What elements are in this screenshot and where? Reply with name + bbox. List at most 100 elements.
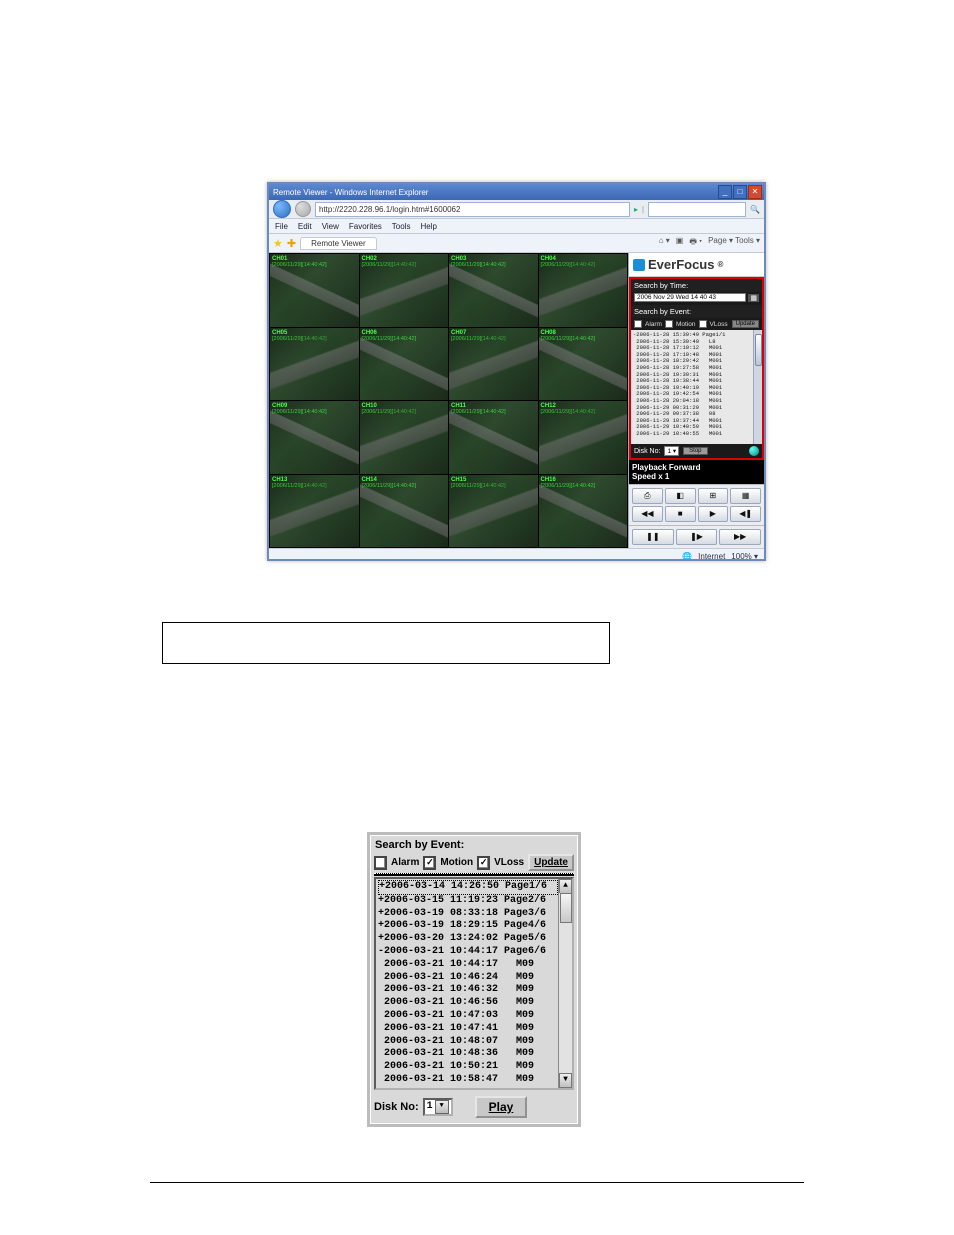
play-button[interactable]: Play — [475, 1096, 528, 1118]
search-by-event-panel: Search by Event: Alarm Motion VLoss Upda… — [367, 832, 581, 1127]
side-disk-select[interactable]: 1 ▾ — [664, 446, 679, 456]
address-bar[interactable]: http://2220.228.96.1/login.htm#1600062 — [315, 202, 630, 217]
side-scrollbar[interactable] — [753, 330, 762, 444]
list-item[interactable]: 2006-03-21 10:44:17 M09 — [378, 959, 572, 972]
camera-tile[interactable]: CH16[2006/11/29][14:40:42] — [539, 475, 628, 548]
scroll-down-icon[interactable]: ▼ — [559, 1073, 572, 1088]
side-update-button[interactable]: Update — [732, 320, 759, 328]
list-item[interactable]: +2006-03-19 08:33:18 Page3/6 — [378, 908, 572, 921]
filter-vloss-checkbox[interactable] — [699, 320, 707, 328]
playback-status: Playback Forward Speed x 1 — [629, 460, 764, 484]
list-item[interactable]: -2006-03-21 10:44:17 Page6/6 — [378, 946, 572, 959]
camera-tile[interactable]: CH11[2006/11/29][14:40:42] — [449, 401, 538, 474]
pause-button[interactable]: ❚❚ — [632, 529, 674, 545]
go-button[interactable]: ▸ — [634, 205, 638, 214]
filter-motion-checkbox[interactable] — [665, 320, 673, 328]
minimize-button[interactable]: _ — [718, 185, 732, 199]
list-item[interactable]: +2006-03-14 14:26:50 Page1/6 — [378, 880, 558, 895]
playback-controls: ⎙ ◧ ⊞ ▦ ◀◀ ■ ▶ ◀❚ — [629, 484, 764, 525]
toolbar-right[interactable]: ⌂ ▾ ▣ 🖶 ▾ Page ▾ Tools ▾ — [659, 236, 760, 250]
side-panel: EverFocus® Search by Time: 2006 Nov 29 W… — [628, 253, 764, 548]
zone-label: Internet — [698, 552, 725, 561]
window-buttons: _ □ ✕ — [718, 185, 762, 199]
update-button[interactable]: Update — [528, 854, 574, 871]
add-favorite-icon[interactable]: ✚ — [287, 237, 296, 250]
menu-bar[interactable]: File Edit View Favorites Tools Help — [269, 219, 764, 234]
list-item[interactable]: 2006-03-21 10:58:47 M09 — [378, 1074, 572, 1087]
filter-alarm-checkbox[interactable] — [374, 856, 387, 870]
camera-tile[interactable]: CH02[2006/11/29][14:40:42] — [360, 254, 449, 327]
list-item[interactable]: 2006-03-21 10:46:56 M09 — [378, 997, 572, 1010]
camera-tile[interactable]: CH05[2006/11/29][14:40:42] — [270, 328, 359, 401]
caption-box — [162, 622, 610, 664]
event-list-scrollbar[interactable]: ▲ ▼ — [558, 879, 572, 1088]
tab-remote-viewer[interactable]: Remote Viewer — [300, 237, 377, 250]
camera-tile[interactable]: CH13[2006/11/29][14:40:42] — [270, 475, 359, 548]
camera-tile[interactable]: CH14[2006/11/29][14:40:42] — [360, 475, 449, 548]
favorites-star-icon[interactable]: ★ — [273, 237, 283, 250]
list-item[interactable]: +2006-03-15 11:19:23 Page2/6 — [378, 895, 572, 908]
side-stop-button[interactable]: Stop — [683, 447, 707, 455]
stop-button[interactable]: ■ — [665, 506, 696, 522]
camera-tile[interactable]: CH15[2006/11/29][14:40:42] — [449, 475, 538, 548]
camera-tile[interactable]: CH09[2006/11/29][14:40:42] — [270, 401, 359, 474]
back-button[interactable] — [273, 200, 291, 218]
view-grid-button[interactable]: ▦ — [730, 488, 761, 504]
feeds-icon[interactable]: ▣ — [676, 236, 684, 250]
event-list[interactable]: +2006-03-14 14:26:50 Page1/6 +2006-03-15… — [374, 877, 574, 1090]
calendar-icon[interactable]: ▦ — [748, 294, 759, 302]
camera-tile[interactable]: CH01[2006/11/29][14:40:42] — [270, 254, 359, 327]
disk-no-label: Disk No: — [374, 1101, 419, 1113]
filter-alarm-label: Alarm — [391, 857, 419, 868]
list-item[interactable]: 2006-03-21 10:47:03 M09 — [378, 1010, 572, 1023]
view-split-button[interactable]: ◧ — [665, 488, 696, 504]
camera-tile[interactable]: CH06[2006/11/29][14:40:42] — [360, 328, 449, 401]
panel-bottom-row: Disk No: 1 ▼ Play — [374, 1096, 574, 1118]
event-filters: Alarm Motion VLoss Update — [374, 854, 574, 871]
filter-alarm-checkbox[interactable] — [634, 320, 642, 328]
list-item[interactable]: 2006-03-21 10:46:24 M09 — [378, 972, 572, 985]
panel-title: Search by Event: — [375, 839, 574, 851]
maximize-button[interactable]: □ — [733, 185, 747, 199]
camera-tile[interactable]: CH12[2006/11/29][14:40:42] — [539, 401, 628, 474]
list-item[interactable]: 2006-03-21 10:47:41 M09 — [378, 1023, 572, 1036]
side-event-filters: Alarm Motion VLoss Update — [631, 318, 762, 330]
side-event-list[interactable]: -2006-11-28 15:39:49 Page1/1 2006-11-28 … — [631, 330, 762, 444]
list-item[interactable]: 2006-03-21 10:48:07 M09 — [378, 1036, 572, 1049]
scroll-up-icon[interactable]: ▲ — [559, 879, 572, 894]
zoom-label[interactable]: 100% ▾ — [731, 552, 758, 561]
camera-tile[interactable]: CH07[2006/11/29][14:40:42] — [449, 328, 538, 401]
rewind-button[interactable]: ◀◀ — [632, 506, 663, 522]
list-item[interactable]: +2006-03-20 13:24:02 Page5/6 — [378, 933, 572, 946]
highlighted-panel: Search by Time: 2006 Nov 29 Wed 14 40 43… — [629, 277, 764, 460]
search-box[interactable] — [648, 202, 746, 217]
forward-button[interactable] — [295, 201, 311, 217]
list-item[interactable]: 2006-03-21 10:46:32 M09 — [378, 984, 572, 997]
close-button[interactable]: ✕ — [748, 185, 762, 199]
camera-tile[interactable]: CH08[2006/11/29][14:40:42] — [539, 328, 628, 401]
filter-vloss-checkbox[interactable] — [477, 856, 490, 870]
disk-no-select[interactable]: 1 ▼ — [423, 1098, 453, 1116]
brand-logo: EverFocus® — [629, 253, 764, 277]
scroll-thumb[interactable] — [560, 893, 572, 923]
print-icon[interactable]: 🖶 ▾ — [689, 236, 702, 250]
view-quad-button[interactable]: ⊞ — [698, 488, 729, 504]
view-single-button[interactable]: ⎙ — [632, 488, 663, 504]
camera-tile[interactable]: CH04[2006/11/29][14:40:42] — [539, 254, 628, 327]
camera-tile[interactable]: CH03[2006/11/29][14:40:42] — [449, 254, 538, 327]
home-icon[interactable]: ⌂ ▾ — [659, 236, 670, 250]
chevron-down-icon[interactable]: ▼ — [435, 1100, 449, 1114]
list-item[interactable]: +2006-03-19 18:29:15 Page4/6 — [378, 920, 572, 933]
play-button[interactable]: ▶ — [698, 506, 729, 522]
search-time-value[interactable]: 2006 Nov 29 Wed 14 40 43 — [634, 293, 746, 302]
step-fwd-button[interactable]: ❚▶ — [676, 529, 718, 545]
camera-tile[interactable]: CH10[2006/11/29][14:40:42] — [360, 401, 449, 474]
search-by-time-row: 2006 Nov 29 Wed 14 40 43 ▦ — [631, 292, 762, 305]
filter-motion-checkbox[interactable] — [423, 856, 436, 870]
list-item[interactable]: 2006-03-21 10:50:21 M09 — [378, 1061, 572, 1074]
ie-browser-window: Remote Viewer - Windows Internet Explore… — [267, 182, 766, 561]
list-item[interactable]: 2006-03-21 10:48:36 M09 — [378, 1048, 572, 1061]
search-icon[interactable]: 🔍 — [750, 205, 760, 214]
step-back-button[interactable]: ◀❚ — [730, 506, 761, 522]
fastfwd-button[interactable]: ▶▶ — [719, 529, 761, 545]
